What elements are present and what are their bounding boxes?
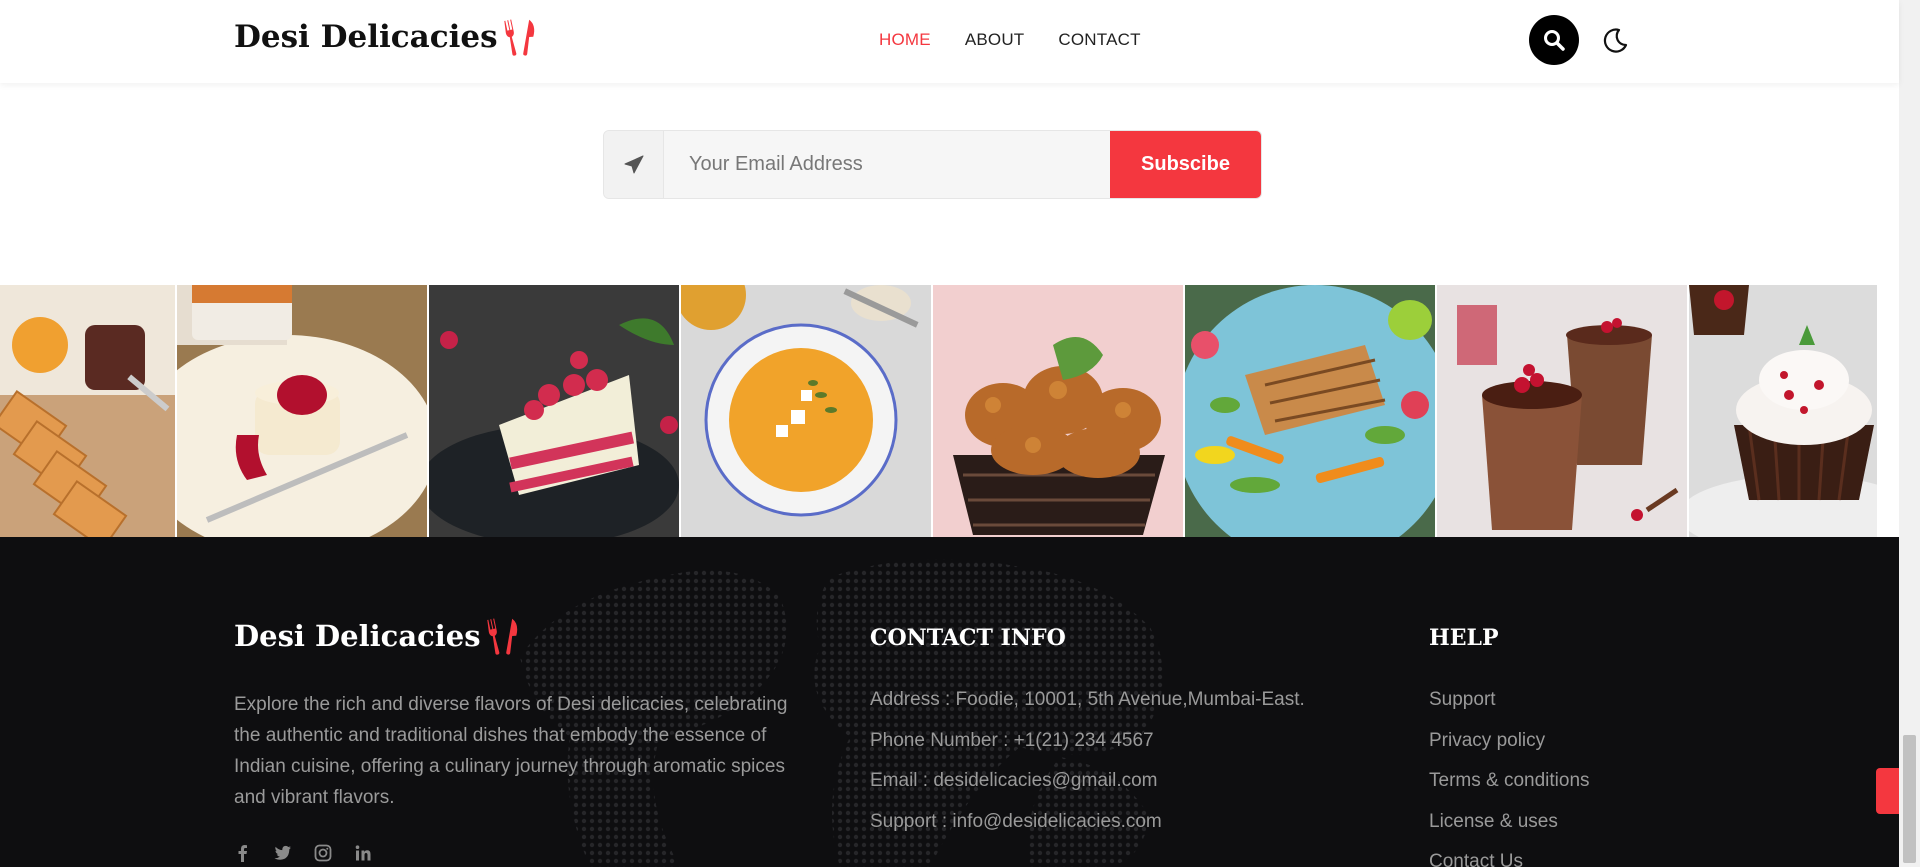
contact-support[interactable]: Support : info@desidelicacies.com [870, 811, 1305, 852]
gallery-image-red-velvet-cupcake[interactable] [1689, 285, 1877, 537]
help-link-support[interactable]: Support [1429, 689, 1590, 730]
footer-logo[interactable]: Desi Delicacies [234, 617, 521, 655]
help-link-terms[interactable]: Terms & conditions [1429, 770, 1590, 811]
contact-address: Address : Foodie, 10001, 5th Avenue,Mumb… [870, 689, 1305, 710]
contact-phone[interactable]: Phone Number : +1(21) 234 4567 [870, 730, 1305, 771]
help-links: Support Privacy policy Terms & condition… [1429, 689, 1590, 867]
fork-knife-icon [486, 618, 517, 655]
nav-home[interactable]: HOME [879, 30, 931, 50]
scrollbar-thumb[interactable] [1903, 735, 1916, 863]
gallery-image-bread-and-jam[interactable] [0, 285, 177, 537]
help-title: HELP [1429, 625, 1499, 651]
site-footer: Desi Delicacies Explore the rich and div… [0, 537, 1899, 867]
food-gallery [0, 285, 1899, 537]
newsletter-form: Subscibe [603, 130, 1262, 199]
twitter-icon[interactable] [274, 844, 292, 862]
contact-email[interactable]: Email : desidelicacies@gmail.com [870, 770, 1305, 811]
subscribe-button[interactable]: Subscibe [1110, 131, 1261, 198]
facebook-icon[interactable] [234, 844, 252, 862]
help-link-privacy[interactable]: Privacy policy [1429, 730, 1590, 771]
email-input[interactable] [664, 131, 1110, 198]
linkedin-icon[interactable] [354, 844, 372, 862]
nav-contact[interactable]: CONTACT [1058, 30, 1140, 50]
dark-mode-toggle[interactable] [1600, 26, 1630, 56]
footer-description: Explore the rich and diverse flavors of … [234, 694, 788, 808]
moon-icon [1603, 28, 1628, 53]
nav-about[interactable]: ABOUT [965, 30, 1025, 50]
site-header: Desi Delicacies HOME ABOUT CONTACT [0, 0, 1899, 83]
contact-info-list: Address : Foodie, 10001, 5th Avenue,Mumb… [870, 689, 1305, 851]
gallery-image-pumpkin-soup[interactable] [681, 285, 933, 537]
instagram-icon[interactable] [314, 844, 332, 862]
gallery-image-chocolate-mousse[interactable] [1437, 285, 1689, 537]
gallery-image-fried-chicken[interactable] [933, 285, 1185, 537]
social-links [234, 844, 372, 862]
help-link-contact[interactable]: Contact Us [1429, 851, 1590, 867]
help-link-license[interactable]: License & uses [1429, 811, 1590, 852]
site-logo[interactable]: Desi Delicacies [234, 18, 538, 56]
gallery-image-grilled-fish-salad[interactable] [1185, 285, 1437, 537]
paper-plane-icon [604, 131, 664, 198]
gallery-image-panna-cotta[interactable] [177, 285, 429, 537]
page-scrollbar[interactable] [1899, 0, 1920, 867]
search-button[interactable] [1529, 15, 1579, 65]
gallery-image-raspberry-cake[interactable] [429, 285, 681, 537]
footer-logo-text: Desi Delicacies [234, 619, 481, 653]
fork-knife-icon [503, 19, 534, 56]
contact-info-title: CONTACT INFO [870, 625, 1066, 651]
logo-text: Desi Delicacies [234, 19, 498, 55]
main-nav: HOME ABOUT CONTACT [879, 30, 1141, 50]
search-icon [1544, 30, 1565, 51]
